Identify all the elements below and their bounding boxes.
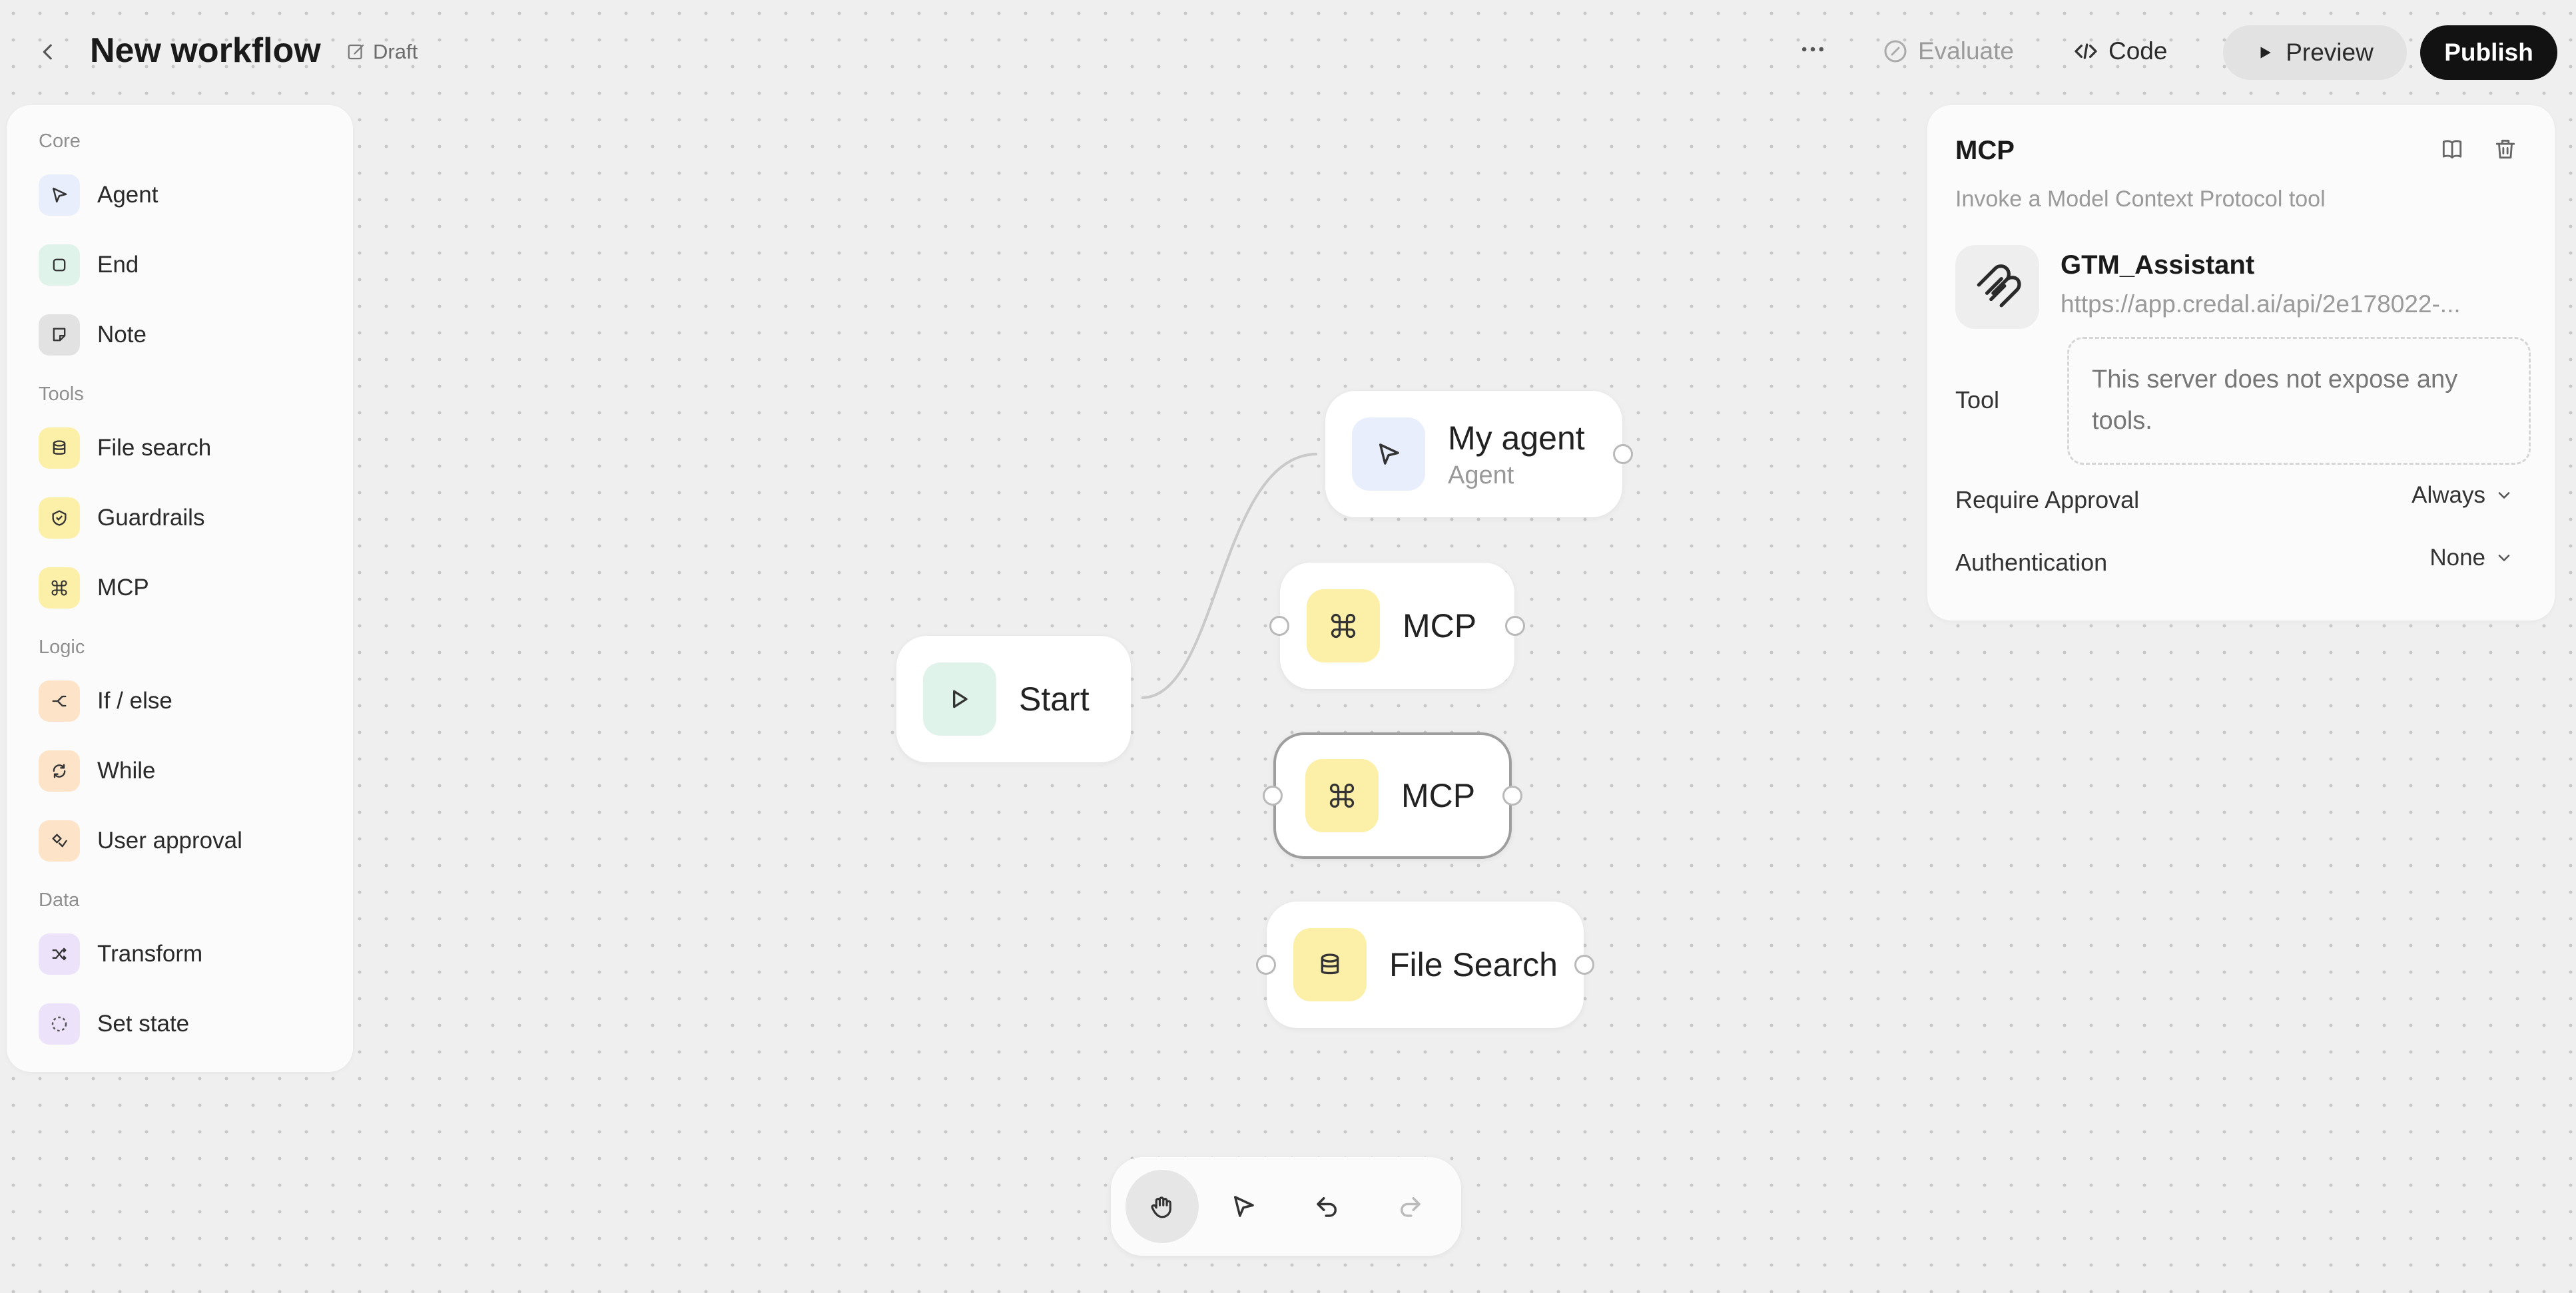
- node-label: File Search: [1389, 946, 1558, 983]
- pointer-icon: [1234, 1196, 1254, 1217]
- output-handle[interactable]: [1613, 444, 1633, 464]
- node-label: MCP: [1403, 607, 1477, 645]
- server-logo: [1955, 245, 2039, 329]
- trash-icon: [2495, 139, 2515, 159]
- output-handle[interactable]: [1574, 955, 1594, 975]
- authentication-label: Authentication: [1955, 549, 2108, 576]
- delete-button[interactable]: [2488, 132, 2523, 166]
- chevron-down-icon: [2498, 492, 2510, 499]
- command-icon: [1307, 589, 1380, 662]
- undo-icon: [1317, 1197, 1337, 1217]
- canvas-toolbar: [1111, 1157, 1461, 1256]
- redo-icon: [1401, 1197, 1421, 1217]
- input-handle[interactable]: [1269, 616, 1289, 636]
- input-handle[interactable]: [1256, 955, 1276, 975]
- node-label: Start: [1019, 680, 1090, 718]
- select-tool-button[interactable]: [1207, 1170, 1280, 1243]
- start-node[interactable]: Start: [896, 636, 1131, 762]
- inspector-title: MCP: [1955, 136, 2015, 165]
- docs-button[interactable]: [2435, 132, 2469, 166]
- tool-label: Tool: [1955, 386, 2000, 413]
- require-approval-value: Always: [2412, 482, 2485, 508]
- play-icon: [923, 662, 996, 736]
- output-handle[interactable]: [1502, 786, 1522, 806]
- require-approval-label: Require Approval: [1955, 486, 2140, 513]
- require-approval-select[interactable]: Always: [2412, 482, 2513, 509]
- node-label: MCP: [1401, 777, 1476, 814]
- agent-node-text: My agent Agent: [1448, 419, 1585, 490]
- command-icon: [1305, 759, 1379, 832]
- redo-button[interactable]: [1373, 1170, 1447, 1243]
- pan-tool-button[interactable]: [1126, 1170, 1199, 1243]
- mcp-logo-icon: [1977, 264, 2021, 308]
- undo-button[interactable]: [1291, 1170, 1364, 1243]
- agent-icon: [1352, 417, 1425, 491]
- node-label: My agent: [1448, 419, 1585, 457]
- hand-icon: [1151, 1196, 1171, 1218]
- output-handle[interactable]: [1505, 616, 1525, 636]
- authentication-select[interactable]: None: [2429, 545, 2513, 571]
- inspector-panel: MCP Invoke a Model Context Protocol tool…: [1927, 105, 2555, 621]
- agent-node[interactable]: My agent Agent: [1325, 391, 1633, 517]
- input-handle[interactable]: [1263, 786, 1283, 806]
- database-icon: [1293, 928, 1367, 1001]
- mcp-node-selected[interactable]: MCP: [1263, 732, 1522, 859]
- server-url: https://app.credal.ai/api/2e178022-...: [2061, 290, 2461, 318]
- authentication-value: None: [2429, 545, 2485, 571]
- node-sublabel: Agent: [1448, 461, 1514, 489]
- inspector-subtitle: Invoke a Model Context Protocol tool: [1955, 186, 2326, 212]
- mcp-node[interactable]: MCP: [1269, 563, 1525, 689]
- server-name: GTM_Assistant: [2061, 250, 2255, 280]
- book-icon: [2442, 140, 2462, 159]
- tool-empty-message: This server does not expose any tools.: [2067, 337, 2531, 465]
- file-search-node[interactable]: File Search: [1256, 902, 1594, 1028]
- chevron-down-icon: [2498, 555, 2510, 561]
